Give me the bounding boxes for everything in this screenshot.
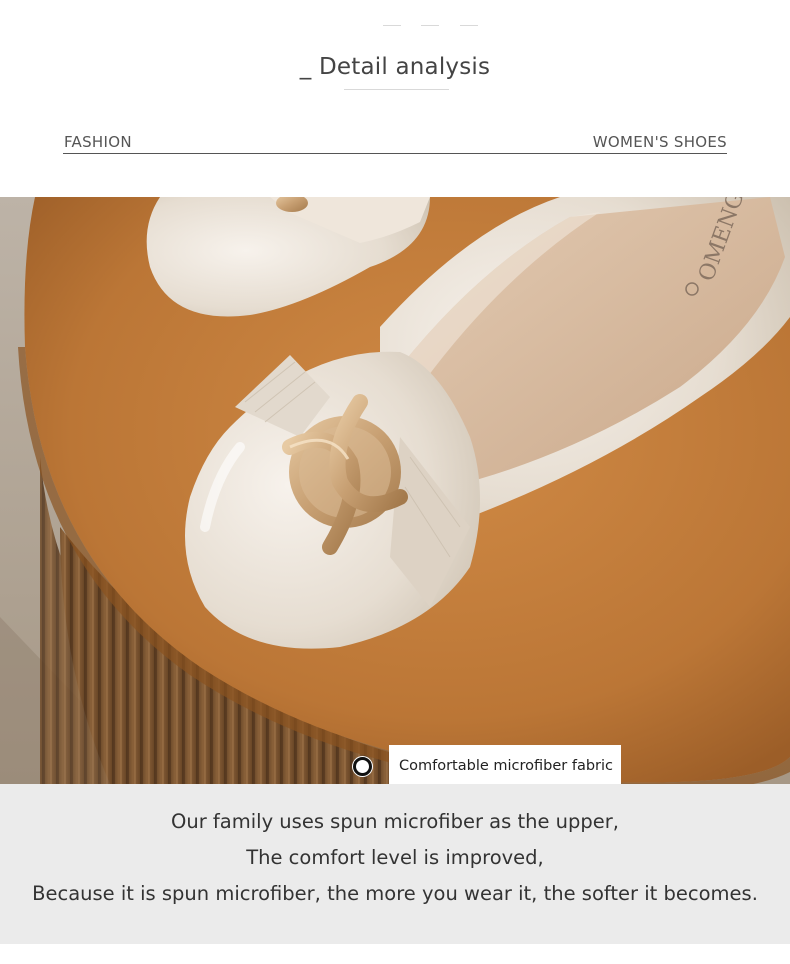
decorative-underline: [344, 89, 449, 90]
description-line: Because it is spun microfiber, the more …: [32, 882, 758, 905]
description-panel: Our family uses spun microfiber as the u…: [0, 784, 790, 944]
product-photo: OMENGSI Comfortable microfiber fabric: [0, 197, 790, 784]
header-rule: [63, 153, 727, 154]
section-header: _ Detail analysis FASHION WOMEN'S SHOES: [0, 0, 790, 197]
callout-dot-icon: [353, 756, 372, 776]
feature-callout: Comfortable microfiber fabric: [353, 745, 622, 784]
description-line: Our family uses spun microfiber as the u…: [171, 810, 619, 833]
decorative-line: [421, 25, 439, 26]
bottom-spacer: [0, 944, 790, 964]
description-line: The comfort level is improved,: [246, 846, 544, 869]
section-title: _ Detail analysis: [299, 54, 491, 80]
decorative-line: [383, 25, 401, 26]
decorative-line: [460, 25, 478, 26]
fashion-tag: FASHION: [64, 133, 132, 151]
womens-shoes-tag: WOMEN'S SHOES: [592, 133, 727, 151]
callout-label: Comfortable microfiber fabric: [389, 745, 622, 784]
shoe-illustration: OMENGSI: [0, 197, 790, 784]
